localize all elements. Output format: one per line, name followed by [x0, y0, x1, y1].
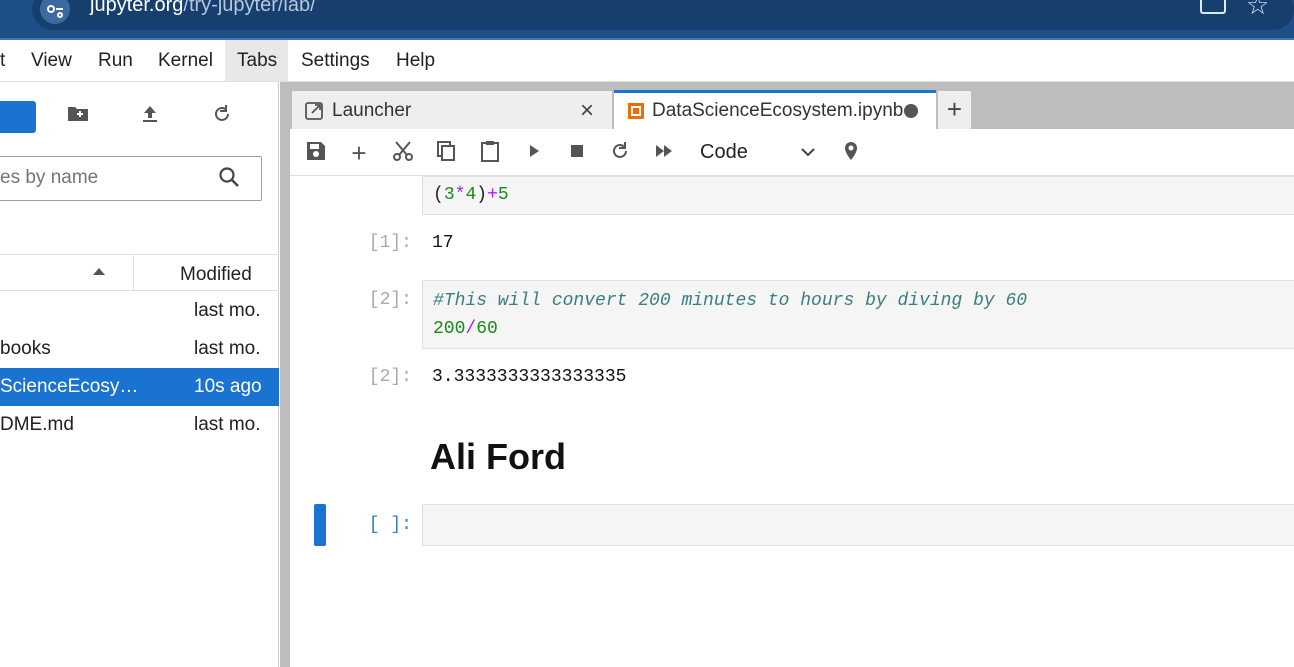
tab-label: DataScienceEcosystem.ipynb [652, 100, 904, 121]
menu-view[interactable]: View [21, 40, 82, 81]
output-prompt: [1]: [368, 233, 412, 253]
copy-icon[interactable] [433, 140, 459, 166]
url-path: /try-jupyter/lab/ [183, 0, 316, 16]
cut-icon[interactable] [390, 140, 416, 166]
input-prompt: [2]: [368, 290, 412, 310]
install-app-icon[interactable] [1200, 0, 1226, 14]
run-icon[interactable] [521, 140, 547, 166]
menu-help[interactable]: Help [386, 40, 445, 81]
empty-code-cell[interactable] [422, 504, 1294, 546]
code-number: 60 [476, 319, 498, 339]
menu-bar: t View Run Kernel Tabs Settings Help [0, 40, 1294, 82]
code-cell-2[interactable]: #This will convert 200 minutes to hours … [422, 280, 1294, 349]
url-text[interactable]: jupyter.org/try-jupyter/lab/ [90, 0, 316, 17]
file-modified: last mo. [194, 300, 261, 321]
cell-type-select[interactable]: Code [700, 141, 748, 164]
close-tab-icon[interactable]: × [580, 97, 594, 125]
modified-column-header[interactable]: Modified [180, 264, 252, 286]
file-name: books [0, 338, 51, 359]
file-modified: 10s ago [194, 376, 262, 397]
notebook-toolbar: + Code [290, 129, 1294, 176]
code-text: (3*4)+5 [433, 185, 509, 205]
menu-kernel[interactable]: Kernel [148, 40, 223, 81]
file-name: ScienceEcosy… [0, 376, 139, 397]
refresh-icon[interactable] [208, 104, 236, 130]
add-tab-icon[interactable]: + [938, 91, 971, 129]
markdown-heading: Ali Ford [430, 436, 566, 477]
save-icon[interactable] [303, 140, 329, 166]
menu-edit[interactable]: t [0, 40, 15, 81]
file-row-selected[interactable]: ScienceEcosy… 10s ago [0, 368, 279, 406]
insert-cell-icon[interactable]: + [346, 140, 372, 166]
active-cell-marker [314, 504, 326, 546]
fast-forward-icon[interactable] [651, 140, 677, 166]
chevron-down-icon[interactable] [800, 140, 816, 165]
unsaved-dot-icon[interactable] [904, 104, 918, 118]
stop-icon[interactable] [564, 140, 590, 166]
debugger-icon[interactable] [838, 140, 864, 166]
tab-bar: Launcher × DataScienceEcosystem.ipynb + [290, 82, 1294, 129]
sort-ascending-icon[interactable] [93, 268, 105, 275]
new-launcher-button[interactable] [0, 101, 36, 133]
output-prompt: [2]: [368, 367, 412, 387]
code-operator: / [465, 319, 477, 339]
file-filter-input[interactable]: es by name [0, 167, 98, 189]
file-modified: last mo. [194, 414, 261, 435]
menu-run[interactable]: Run [88, 40, 143, 81]
bookmark-star-icon[interactable]: ☆ [1246, 0, 1269, 21]
upload-icon[interactable] [136, 104, 164, 130]
tab-launcher[interactable]: Launcher × [292, 91, 612, 129]
file-filter-box[interactable]: es by name [0, 156, 262, 201]
file-modified: last mo. [194, 338, 261, 359]
tab-label: Launcher [332, 100, 412, 121]
cell-output: 17 [432, 233, 454, 253]
search-icon [218, 166, 240, 188]
launcher-icon [304, 101, 324, 126]
panel-splitter[interactable] [280, 82, 290, 667]
paste-icon[interactable] [477, 140, 503, 166]
menu-tabs[interactable]: Tabs [225, 40, 288, 81]
new-folder-icon[interactable] [64, 104, 92, 128]
column-divider[interactable] [133, 255, 134, 291]
code-line: 200/60 [433, 319, 498, 339]
file-row[interactable]: books last mo. [0, 330, 279, 368]
code-line: (3*4)+5 [433, 185, 509, 205]
file-list-header: Modified [0, 254, 279, 291]
menu-settings[interactable]: Settings [291, 40, 380, 81]
file-row[interactable]: last mo. [0, 292, 279, 330]
site-settings-icon[interactable] [40, 0, 70, 24]
input-prompt: [ ]: [368, 515, 412, 535]
url-host: jupyter.org [90, 0, 184, 16]
restart-icon[interactable] [607, 140, 633, 166]
file-name: DME.md [0, 414, 74, 435]
browser-address-bar: jupyter.org/try-jupyter/lab/ ☆ [0, 0, 1294, 38]
code-comment: #This will convert 200 minutes to hours … [433, 291, 1028, 311]
code-cell-0[interactable]: (3*4)+5 [422, 176, 1294, 215]
code-number: 200 [433, 319, 466, 339]
cell-output: 3.3333333333333335 [432, 367, 627, 387]
tab-notebook[interactable]: DataScienceEcosystem.ipynb [614, 90, 936, 129]
file-browser-panel: es by name Modified last mo. books last … [0, 82, 279, 667]
file-row[interactable]: DME.md last mo. [0, 406, 279, 444]
notebook-icon [626, 101, 646, 126]
